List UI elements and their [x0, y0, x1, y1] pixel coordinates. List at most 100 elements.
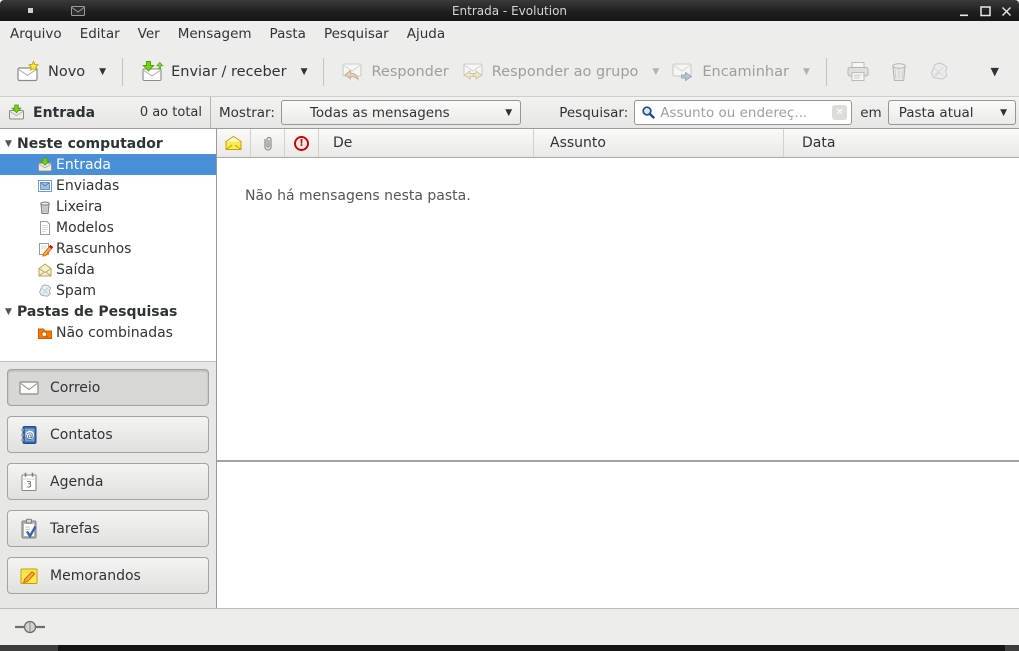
sidebar-folder-entrada[interactable]: Entrada: [0, 154, 216, 175]
new-dropdown-arrow-icon[interactable]: ▼: [99, 67, 106, 77]
sidebar-folder-saida[interactable]: Saída: [0, 259, 216, 280]
close-icon[interactable]: [999, 5, 1013, 17]
junk-button[interactable]: [919, 54, 959, 90]
column-data[interactable]: Data: [784, 129, 1019, 157]
paperclip-icon: [261, 135, 275, 152]
window-title: Entrada - Evolution: [0, 4, 1019, 18]
empty-folder-message: Não há mensagens nesta pasta.: [245, 188, 471, 204]
minimize-icon[interactable]: [957, 5, 971, 17]
search-input[interactable]: [656, 105, 832, 121]
preview-pane[interactable]: [217, 462, 1019, 608]
expander-icon[interactable]: ▼: [5, 307, 17, 317]
folder-label: Lixeira: [56, 199, 102, 215]
search-box: ✕: [634, 100, 852, 125]
magnifier-icon[interactable]: [641, 105, 656, 120]
switcher-label: Memorandos: [50, 568, 141, 584]
mail-icon: [18, 377, 40, 399]
search-scope-dropdown[interactable]: Pasta atual ▼: [888, 100, 1016, 125]
plug-icon[interactable]: [14, 619, 46, 635]
calendar-icon: 3: [18, 471, 40, 493]
memo-icon: [18, 565, 40, 587]
reply-group-button[interactable]: Responder ao grupo ▼: [455, 54, 666, 90]
folder-label: Spam: [56, 283, 96, 299]
clear-search-icon[interactable]: ✕: [832, 105, 847, 120]
edge-strip-right: [1005, 645, 1019, 651]
column-de[interactable]: De: [319, 129, 534, 157]
current-folder-name: Entrada: [33, 105, 95, 121]
folder-label: Não combinadas: [56, 325, 173, 341]
send-receive-button[interactable]: Enviar / receber ▼: [133, 54, 313, 90]
column-flag-status[interactable]: [217, 129, 251, 157]
sidebar-folder-nao-combinadas[interactable]: Não combinadas: [0, 322, 216, 343]
junk-icon: [37, 283, 53, 299]
sidebar-folder-modelos[interactable]: Modelos: [0, 217, 216, 238]
reply-group-icon: [461, 60, 485, 84]
forward-dropdown-arrow-icon[interactable]: ▼: [803, 67, 810, 77]
switcher-tarefas-button[interactable]: Tarefas: [7, 510, 209, 547]
menu-mensagem[interactable]: Mensagem: [169, 22, 261, 46]
toolbar-overflow-chevron-icon[interactable]: ▼: [991, 65, 999, 78]
reply-group-dropdown-arrow-icon[interactable]: ▼: [652, 67, 659, 77]
new-mail-icon: [16, 60, 41, 84]
menu-ver[interactable]: Ver: [129, 22, 169, 46]
sidebar-folder-spam[interactable]: Spam: [0, 280, 216, 301]
send-receive-dropdown-arrow-icon[interactable]: ▼: [301, 67, 308, 77]
forward-label: Encaminhar: [702, 64, 789, 80]
reply-icon: [340, 60, 364, 84]
tree-group-search-folders[interactable]: ▼ Pastas de Pesquisas: [0, 301, 216, 322]
expander-icon[interactable]: ▼: [5, 139, 17, 149]
column-priority[interactable]: !: [285, 129, 319, 157]
menu-pasta[interactable]: Pasta: [261, 22, 315, 46]
forward-icon: [671, 60, 695, 84]
show-filter-arrow-icon: ▼: [505, 108, 512, 118]
sidebar-folder-rascunhos[interactable]: Rascunhos: [0, 238, 216, 259]
column-assunto[interactable]: Assunto: [534, 129, 784, 157]
scope-label: em: [860, 105, 881, 121]
switcher-label: Agenda: [50, 474, 103, 490]
show-filter-value: Todas as mensagens: [310, 105, 450, 121]
column-label: Data: [802, 135, 835, 151]
message-list-header: ! De Assunto Data: [217, 129, 1019, 158]
reply-button-label: Responder: [371, 64, 448, 80]
switcher-contatos-button[interactable]: @ Contatos: [7, 416, 209, 453]
reply-button[interactable]: Responder: [334, 54, 454, 90]
show-filter-dropdown[interactable]: Todas as mensagens ▼: [281, 100, 521, 125]
search-scope-arrow-icon: ▼: [1000, 108, 1007, 118]
new-button[interactable]: Novo ▼: [10, 54, 112, 90]
sidebar-folder-enviadas[interactable]: Enviadas: [0, 175, 216, 196]
folder-message-count: 0 ao total: [140, 105, 202, 120]
junk-icon: [927, 60, 951, 84]
folder-label: Entrada: [56, 157, 111, 173]
maximize-icon[interactable]: [978, 5, 992, 17]
print-button[interactable]: [837, 54, 879, 90]
inbox-icon: [8, 104, 25, 121]
show-label: Mostrar:: [219, 105, 275, 121]
switcher-correio-button[interactable]: Correio: [7, 369, 209, 406]
switcher-memorandos-button[interactable]: Memorandos: [7, 557, 209, 594]
send-receive-label: Enviar / receber: [171, 64, 286, 80]
inbox-icon: [37, 157, 53, 173]
message-list-body[interactable]: Não há mensagens nesta pasta.: [217, 158, 1019, 460]
menu-ajuda[interactable]: Ajuda: [398, 22, 454, 46]
edge-strip-left: [0, 645, 58, 651]
screen-edge-strip: [0, 645, 1019, 651]
delete-button[interactable]: [879, 54, 919, 90]
toolbar: Novo ▼ Enviar / receber ▼ Responder Resp…: [0, 47, 1019, 97]
sidebar-folder-lixeira[interactable]: Lixeira: [0, 196, 216, 217]
document-icon: [37, 220, 53, 236]
forward-button[interactable]: Encaminhar ▼: [665, 54, 816, 90]
message-pane: ! De Assunto Data Não há mensagens nesta…: [217, 129, 1019, 608]
folder-bar-separator: [210, 97, 211, 128]
priority-icon: !: [294, 136, 309, 151]
menu-pesquisar[interactable]: Pesquisar: [315, 22, 398, 46]
switcher-agenda-button[interactable]: 3 Agenda: [7, 463, 209, 500]
svg-text:3: 3: [26, 480, 32, 490]
folder-bar: Entrada 0 ao total Mostrar: Todas as men…: [0, 97, 1019, 129]
main-area: ▼ Neste computador Entrada Enviadas: [0, 129, 1019, 608]
menu-editar[interactable]: Editar: [71, 22, 129, 46]
column-attachment[interactable]: [251, 129, 285, 157]
tree-group-this-computer[interactable]: ▼ Neste computador: [0, 133, 216, 154]
menu-arquivo[interactable]: Arquivo: [1, 22, 71, 46]
window-menu-dot[interactable]: [28, 8, 33, 13]
switcher-label: Tarefas: [50, 521, 100, 537]
